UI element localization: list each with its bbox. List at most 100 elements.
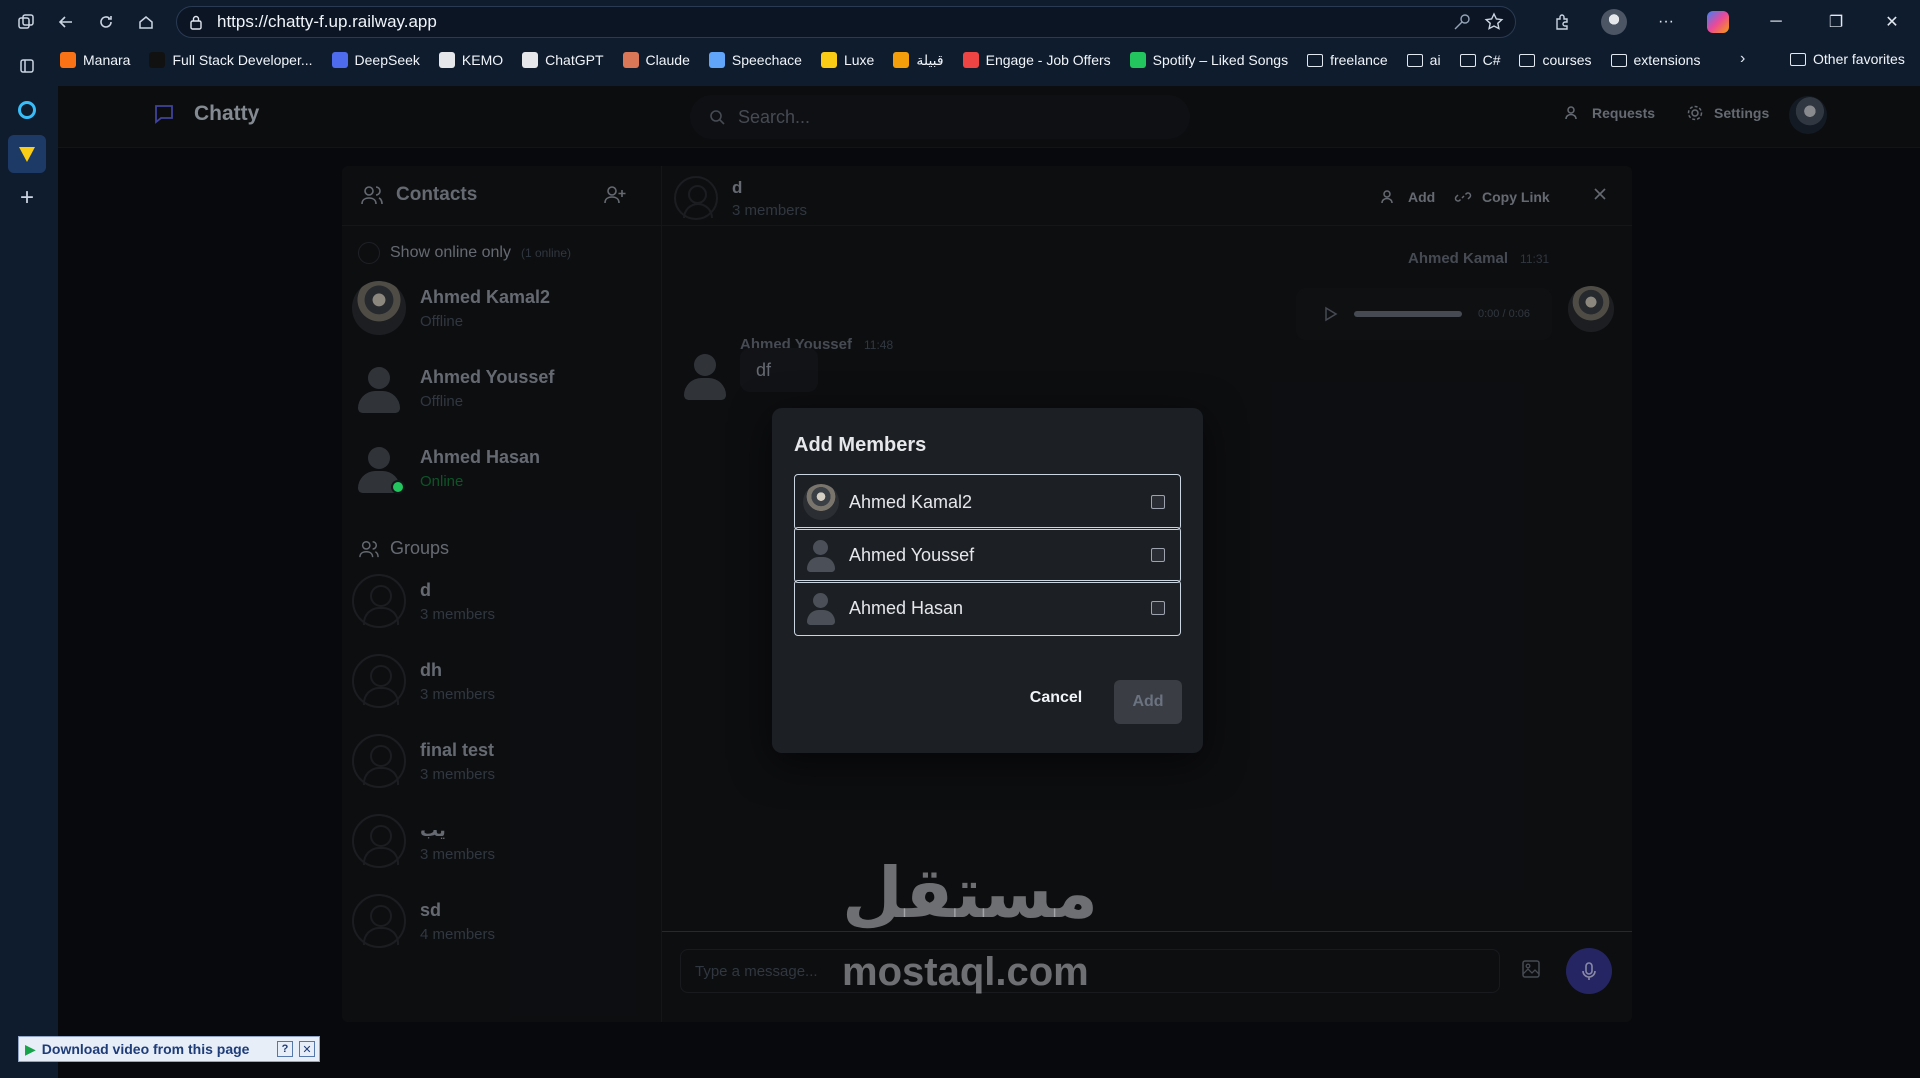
- help-icon[interactable]: ?: [277, 1041, 293, 1057]
- bookmark-favicon-icon: [893, 52, 910, 68]
- bookmark-favicon-icon: [60, 52, 76, 68]
- bookmark-folder[interactable]: courses: [1519, 52, 1592, 68]
- member-option[interactable]: Ahmed Youssef: [794, 527, 1181, 583]
- folder-icon: [1790, 52, 1806, 66]
- tab-circle-icon[interactable]: [0, 88, 54, 132]
- watermark: مستقل mostaql.com: [842, 858, 1098, 995]
- minimize-icon[interactable]: ─: [1744, 0, 1808, 44]
- play-icon: ▶: [25, 1040, 36, 1057]
- url-text: https://chatty-f.up.railway.app: [217, 12, 437, 31]
- bookmark-item[interactable]: Speechace: [708, 52, 802, 68]
- bookmark-folder-label: freelance: [1330, 52, 1388, 68]
- bookmark-favicon-icon: [820, 52, 837, 68]
- bookmark-item[interactable]: Full Stack Developer...: [149, 52, 313, 68]
- bookmark-folder[interactable]: freelance: [1307, 52, 1388, 68]
- bookmarks-bar: Manara Full Stack Developer... DeepSeek KEM…: [60, 44, 1920, 76]
- lock-icon[interactable]: [189, 14, 203, 30]
- other-favorites[interactable]: Other favorites: [1790, 51, 1905, 67]
- cancel-button[interactable]: Cancel: [1024, 680, 1088, 716]
- bookmark-favicon-icon: [522, 52, 539, 68]
- folder-icon: [1406, 53, 1423, 67]
- bookmark-label: ChatGPT: [545, 52, 604, 68]
- avatar: [803, 537, 839, 573]
- bookmark-favicon-icon: [149, 52, 166, 68]
- bookmark-folder[interactable]: extensions: [1610, 52, 1701, 68]
- bookmark-favicon-icon: [1129, 52, 1146, 68]
- add-members-dialog: Add Members Ahmed Kamal2 Ahmed Youssef A…: [772, 408, 1203, 753]
- download-video-label: Download video from this page: [41, 1041, 250, 1057]
- bookmark-favicon-icon: [622, 52, 639, 68]
- folder-icon: [1610, 53, 1627, 67]
- member-checkbox[interactable]: [1151, 601, 1165, 615]
- close-window-icon[interactable]: ✕: [1864, 0, 1920, 44]
- member-checkbox[interactable]: [1151, 548, 1165, 562]
- bookmark-label: Claude: [645, 52, 690, 68]
- bookmark-item[interactable]: Manara: [60, 52, 130, 68]
- bookmark-favicon-icon: [962, 52, 979, 68]
- back-icon[interactable]: [46, 2, 86, 42]
- bookmarks-overflow-chevron-icon[interactable]: ›: [1740, 50, 1745, 68]
- bookmark-label: Engage - Job Offers: [985, 52, 1111, 68]
- more-icon[interactable]: ···: [1640, 0, 1692, 44]
- folder-icon: [1459, 53, 1476, 67]
- refresh-icon[interactable]: [86, 2, 126, 42]
- member-option[interactable]: Ahmed Kamal2: [794, 474, 1181, 530]
- browser-toolbar: https://chatty-f.up.railway.app ··· ─ ❐ …: [0, 0, 1920, 44]
- bookmark-label: Speechace: [731, 52, 802, 68]
- online-indicator: [391, 480, 405, 494]
- bookmark-item[interactable]: DeepSeek: [331, 52, 420, 68]
- bookmark-label: DeepSeek: [354, 52, 420, 68]
- bookmark-label: Manara: [83, 52, 131, 68]
- bookmark-item[interactable]: Spotify – Liked Songs: [1129, 52, 1289, 68]
- member-name: Ahmed Kamal2: [849, 491, 973, 512]
- bookmark-item[interactable]: قبيلة: [893, 51, 944, 69]
- profile-avatar[interactable]: [1588, 0, 1640, 44]
- member-checkbox[interactable]: [1151, 495, 1165, 509]
- add-button[interactable]: Add: [1114, 680, 1182, 724]
- restore-icon[interactable]: ❐: [1808, 0, 1864, 44]
- home-icon[interactable]: [126, 2, 166, 42]
- bookmark-favicon-icon: [331, 52, 348, 68]
- bookmark-item[interactable]: Luxe: [820, 52, 875, 68]
- key-icon[interactable]: [1451, 11, 1473, 33]
- avatar: [803, 484, 839, 520]
- bookmark-folder-label: courses: [1542, 52, 1592, 68]
- bookmark-label: Luxe: [843, 52, 875, 68]
- bookmark-label: Full Stack Developer...: [172, 52, 313, 68]
- bookmark-item[interactable]: KEMO: [438, 52, 504, 68]
- close-icon[interactable]: ✕: [299, 1041, 315, 1057]
- bookmark-folder[interactable]: C#: [1459, 52, 1501, 68]
- watermark-arabic: مستقل: [842, 854, 1099, 932]
- bookmark-folder-label: C#: [1482, 52, 1501, 68]
- bookmark-favicon-icon: [708, 52, 725, 68]
- bookmark-item[interactable]: ChatGPT: [522, 52, 604, 68]
- bookmark-folder-label: extensions: [1633, 52, 1701, 68]
- bookmark-folder[interactable]: ai: [1406, 52, 1441, 68]
- bookmark-item[interactable]: Engage - Job Offers: [962, 52, 1111, 68]
- folder-icon: [1307, 53, 1324, 67]
- browser-sidebar: +: [0, 44, 54, 1078]
- vertical-tabs-icon[interactable]: [0, 44, 54, 88]
- active-tab-chatty-icon[interactable]: [8, 135, 46, 173]
- bookmark-label: KEMO: [461, 52, 504, 68]
- bookmark-label: قبيلة: [916, 51, 944, 68]
- member-name: Ahmed Youssef: [849, 544, 975, 565]
- address-bar[interactable]: https://chatty-f.up.railway.app: [176, 6, 1516, 38]
- star-icon[interactable]: [1483, 11, 1505, 33]
- bookmark-folder-label: ai: [1429, 52, 1441, 68]
- bookmark-label: Spotify – Liked Songs: [1152, 52, 1289, 68]
- dialog-title: Add Members: [794, 434, 927, 456]
- member-name: Ahmed Hasan: [849, 597, 964, 618]
- download-video-bar[interactable]: ▶ Download video from this page ? ✕: [18, 1036, 320, 1062]
- bookmark-favicon-icon: [438, 52, 455, 68]
- member-option[interactable]: Ahmed Hasan: [794, 580, 1181, 636]
- bookmark-item[interactable]: Claude: [622, 52, 690, 68]
- folder-icon: [1519, 53, 1536, 67]
- watermark-text: mostaql.com: [842, 950, 1089, 994]
- tab-actions-icon[interactable]: [6, 2, 46, 42]
- extensions-icon[interactable]: [1536, 0, 1588, 44]
- other-favorites-label: Other favorites: [1813, 51, 1905, 67]
- avatar: [803, 590, 839, 626]
- copilot-icon[interactable]: [1692, 0, 1744, 44]
- new-tab-plus-icon[interactable]: +: [0, 176, 54, 220]
